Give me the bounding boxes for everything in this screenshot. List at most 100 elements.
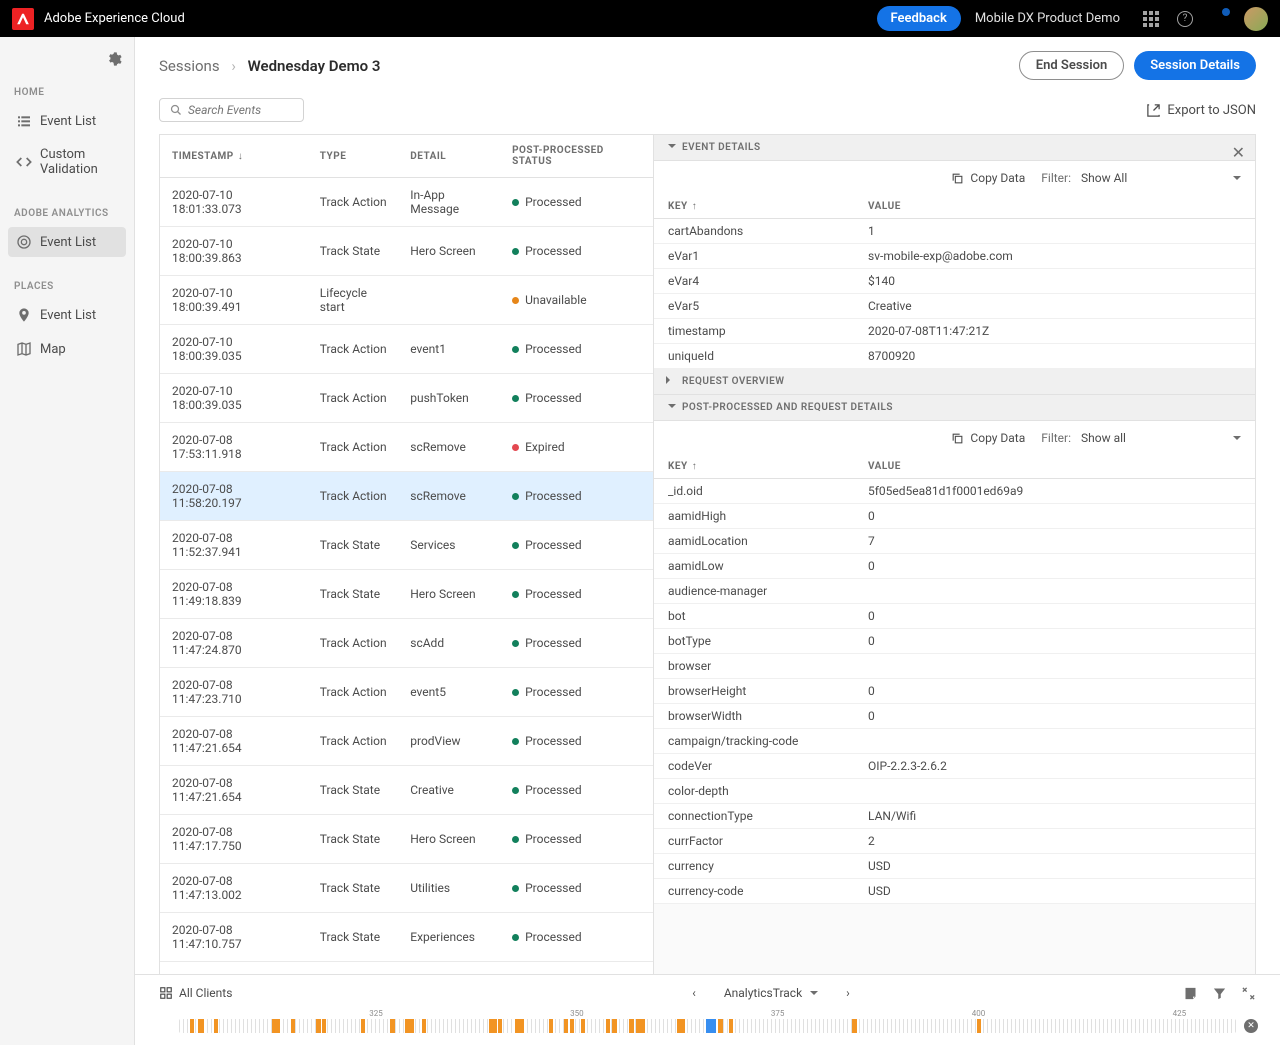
nav-next-icon[interactable]: › (846, 986, 850, 1000)
filter-select-2[interactable]: Show all (1081, 431, 1241, 445)
nav-label-dropdown[interactable]: AnalyticsTrack (724, 986, 818, 1000)
kv-key-header[interactable]: KEY (654, 195, 854, 219)
sidebar-header: ADOBE ANALYTICS (14, 208, 120, 219)
status-dot-icon (512, 689, 519, 696)
sidebar-item[interactable]: Event List (8, 227, 126, 257)
sidebar-item[interactable]: Custom Validation (8, 140, 126, 184)
search-input[interactable] (188, 103, 293, 117)
section-request-overview[interactable]: REQUEST OVERVIEW (654, 369, 1255, 395)
table-row[interactable]: 2020-07-08 11:47:10.757Track StateExperi… (160, 913, 653, 962)
kv-row[interactable]: campaign/tracking-code (654, 729, 1255, 754)
sidebar-item-label: Event List (40, 308, 96, 323)
kv-row[interactable]: cartAbandons1 (654, 219, 1255, 244)
search-icon (170, 104, 182, 116)
all-clients-button[interactable]: All Clients (159, 986, 359, 1000)
search-input-wrapper[interactable] (159, 98, 304, 122)
settings-gear-icon[interactable] (106, 51, 122, 67)
kv-row[interactable]: botType0 (654, 629, 1255, 654)
table-row[interactable]: 2020-07-08 11:47:13.002Track StateUtilit… (160, 864, 653, 913)
notifications-bell-icon[interactable] (1210, 10, 1228, 28)
table-row[interactable]: 2020-07-08 11:58:20.197Track ActionscRem… (160, 472, 653, 521)
top-bar: Adobe Experience Cloud Feedback Mobile D… (0, 0, 1280, 37)
section-post-processed[interactable]: POST-PROCESSED AND REQUEST DETAILS (654, 395, 1255, 421)
status-dot-icon (512, 199, 519, 206)
table-row[interactable]: 2020-07-08 11:47:21.654Track ActionprodV… (160, 717, 653, 766)
kv-row[interactable]: currFactor2 (654, 829, 1255, 854)
kv-row[interactable]: aamidLow0 (654, 554, 1255, 579)
table-row[interactable]: 2020-07-08 11:45:41.661Track StateHero S… (160, 962, 653, 975)
details-panel: ✕ EVENT DETAILS Copy Data Filter: (654, 134, 1256, 974)
bottom-bar: All Clients ‹ AnalyticsTrack › 325350375… (135, 974, 1280, 1045)
sidebar-item-label: Event List (40, 114, 96, 129)
table-row[interactable]: 2020-07-10 18:00:39.863Track StateHero S… (160, 227, 653, 276)
section-event-details[interactable]: EVENT DETAILS (654, 135, 1255, 161)
feedback-button[interactable]: Feedback (877, 6, 961, 31)
table-row[interactable]: 2020-07-08 11:47:21.654Track StateCreati… (160, 766, 653, 815)
table-row[interactable]: 2020-07-08 11:47:23.710Track Actionevent… (160, 668, 653, 717)
kv-row[interactable]: audience-manager (654, 579, 1255, 604)
kv-row[interactable]: browser (654, 654, 1255, 679)
kv-row[interactable]: uniqueId8700920 (654, 344, 1255, 369)
kv-value-header[interactable]: VALUE (854, 195, 1255, 219)
col-detail[interactable]: DETAIL (402, 135, 504, 178)
sidebar-item[interactable]: Event List (8, 106, 126, 136)
status-dot-icon (512, 836, 519, 843)
col-status[interactable]: POST-PROCESSED STATUS (504, 135, 653, 178)
table-row[interactable]: 2020-07-08 11:47:17.750Track StateHero S… (160, 815, 653, 864)
table-row[interactable]: 2020-07-08 11:47:24.870Track ActionscAdd… (160, 619, 653, 668)
status-dot-icon (512, 248, 519, 255)
note-icon[interactable] (1183, 986, 1198, 1001)
end-session-button[interactable]: End Session (1019, 51, 1124, 80)
content-area: Sessions › Wednesday Demo 3 End Session … (135, 37, 1280, 1045)
nav-prev-icon[interactable]: ‹ (692, 986, 696, 1000)
search-row: Export to JSON (135, 90, 1280, 134)
collapse-icon[interactable] (1241, 986, 1256, 1001)
filter-select[interactable]: Show All (1081, 171, 1241, 185)
chevron-down-icon (666, 402, 676, 413)
copy-data-button-2[interactable]: Copy Data (951, 431, 1025, 445)
table-row[interactable]: 2020-07-08 17:53:11.918Track ActionscRem… (160, 423, 653, 472)
kv-row[interactable]: currency-codeUSD (654, 879, 1255, 904)
kv-row[interactable]: codeVerOIP-2.2.3-2.6.2 (654, 754, 1255, 779)
kv-row[interactable]: eVar1sv-mobile-exp@adobe.com (654, 244, 1255, 269)
kv-row[interactable]: currencyUSD (654, 854, 1255, 879)
kv-row[interactable]: browserHeight0 (654, 679, 1255, 704)
kv-row[interactable]: color-depth (654, 779, 1255, 804)
kv-row[interactable]: browserWidth0 (654, 704, 1255, 729)
timeline-clear-icon[interactable]: ✕ (1244, 1019, 1258, 1033)
table-row[interactable]: 2020-07-08 11:52:37.941Track StateServic… (160, 521, 653, 570)
table-row[interactable]: 2020-07-10 18:00:39.035Track Actionevent… (160, 325, 653, 374)
export-json-button[interactable]: Export to JSON (1146, 103, 1256, 118)
sidebar-item[interactable]: Event List (8, 300, 126, 330)
kv-row[interactable]: bot0 (654, 604, 1255, 629)
timeline[interactable]: 325350375400425 ✕ (159, 1009, 1256, 1045)
adobe-logo-icon (12, 8, 34, 30)
copy-data-button[interactable]: Copy Data (951, 171, 1025, 185)
map-icon (16, 341, 32, 357)
kv-row[interactable]: eVar5Creative (654, 294, 1255, 319)
kv-row[interactable]: eVar4$140 (654, 269, 1255, 294)
apps-grid-icon[interactable] (1142, 10, 1160, 28)
chevron-right-icon (666, 376, 676, 387)
kv-row[interactable]: timestamp2020-07-08T11:47:21Z (654, 319, 1255, 344)
close-icon[interactable]: ✕ (1232, 143, 1245, 162)
kv-row[interactable]: aamidLocation7 (654, 529, 1255, 554)
table-row[interactable]: 2020-07-10 18:00:39.491Lifecycle startUn… (160, 276, 653, 325)
account-name[interactable]: Mobile DX Product Demo (975, 11, 1120, 26)
sidebar-item[interactable]: Map (8, 334, 126, 364)
split-area: TIMESTAMP TYPE DETAIL POST-PROCESSED STA… (135, 134, 1280, 974)
help-icon[interactable]: ? (1176, 10, 1194, 28)
table-row[interactable]: 2020-07-08 11:49:18.839Track StateHero S… (160, 570, 653, 619)
breadcrumb-parent[interactable]: Sessions (159, 57, 220, 75)
col-timestamp[interactable]: TIMESTAMP (160, 135, 312, 178)
table-row[interactable]: 2020-07-10 18:01:33.073Track ActionIn-Ap… (160, 178, 653, 227)
kv-row[interactable]: connectionTypeLAN/Wifi (654, 804, 1255, 829)
chevron-down-icon (666, 142, 676, 153)
user-avatar[interactable] (1244, 7, 1268, 31)
session-details-button[interactable]: Session Details (1134, 51, 1256, 80)
filter-funnel-icon[interactable] (1212, 986, 1227, 1001)
col-type[interactable]: TYPE (312, 135, 402, 178)
kv-row[interactable]: aamidHigh0 (654, 504, 1255, 529)
kv-row[interactable]: _id.oid5f05ed5ea81d1f0001ed69a9 (654, 479, 1255, 504)
table-row[interactable]: 2020-07-10 18:00:39.035Track ActionpushT… (160, 374, 653, 423)
